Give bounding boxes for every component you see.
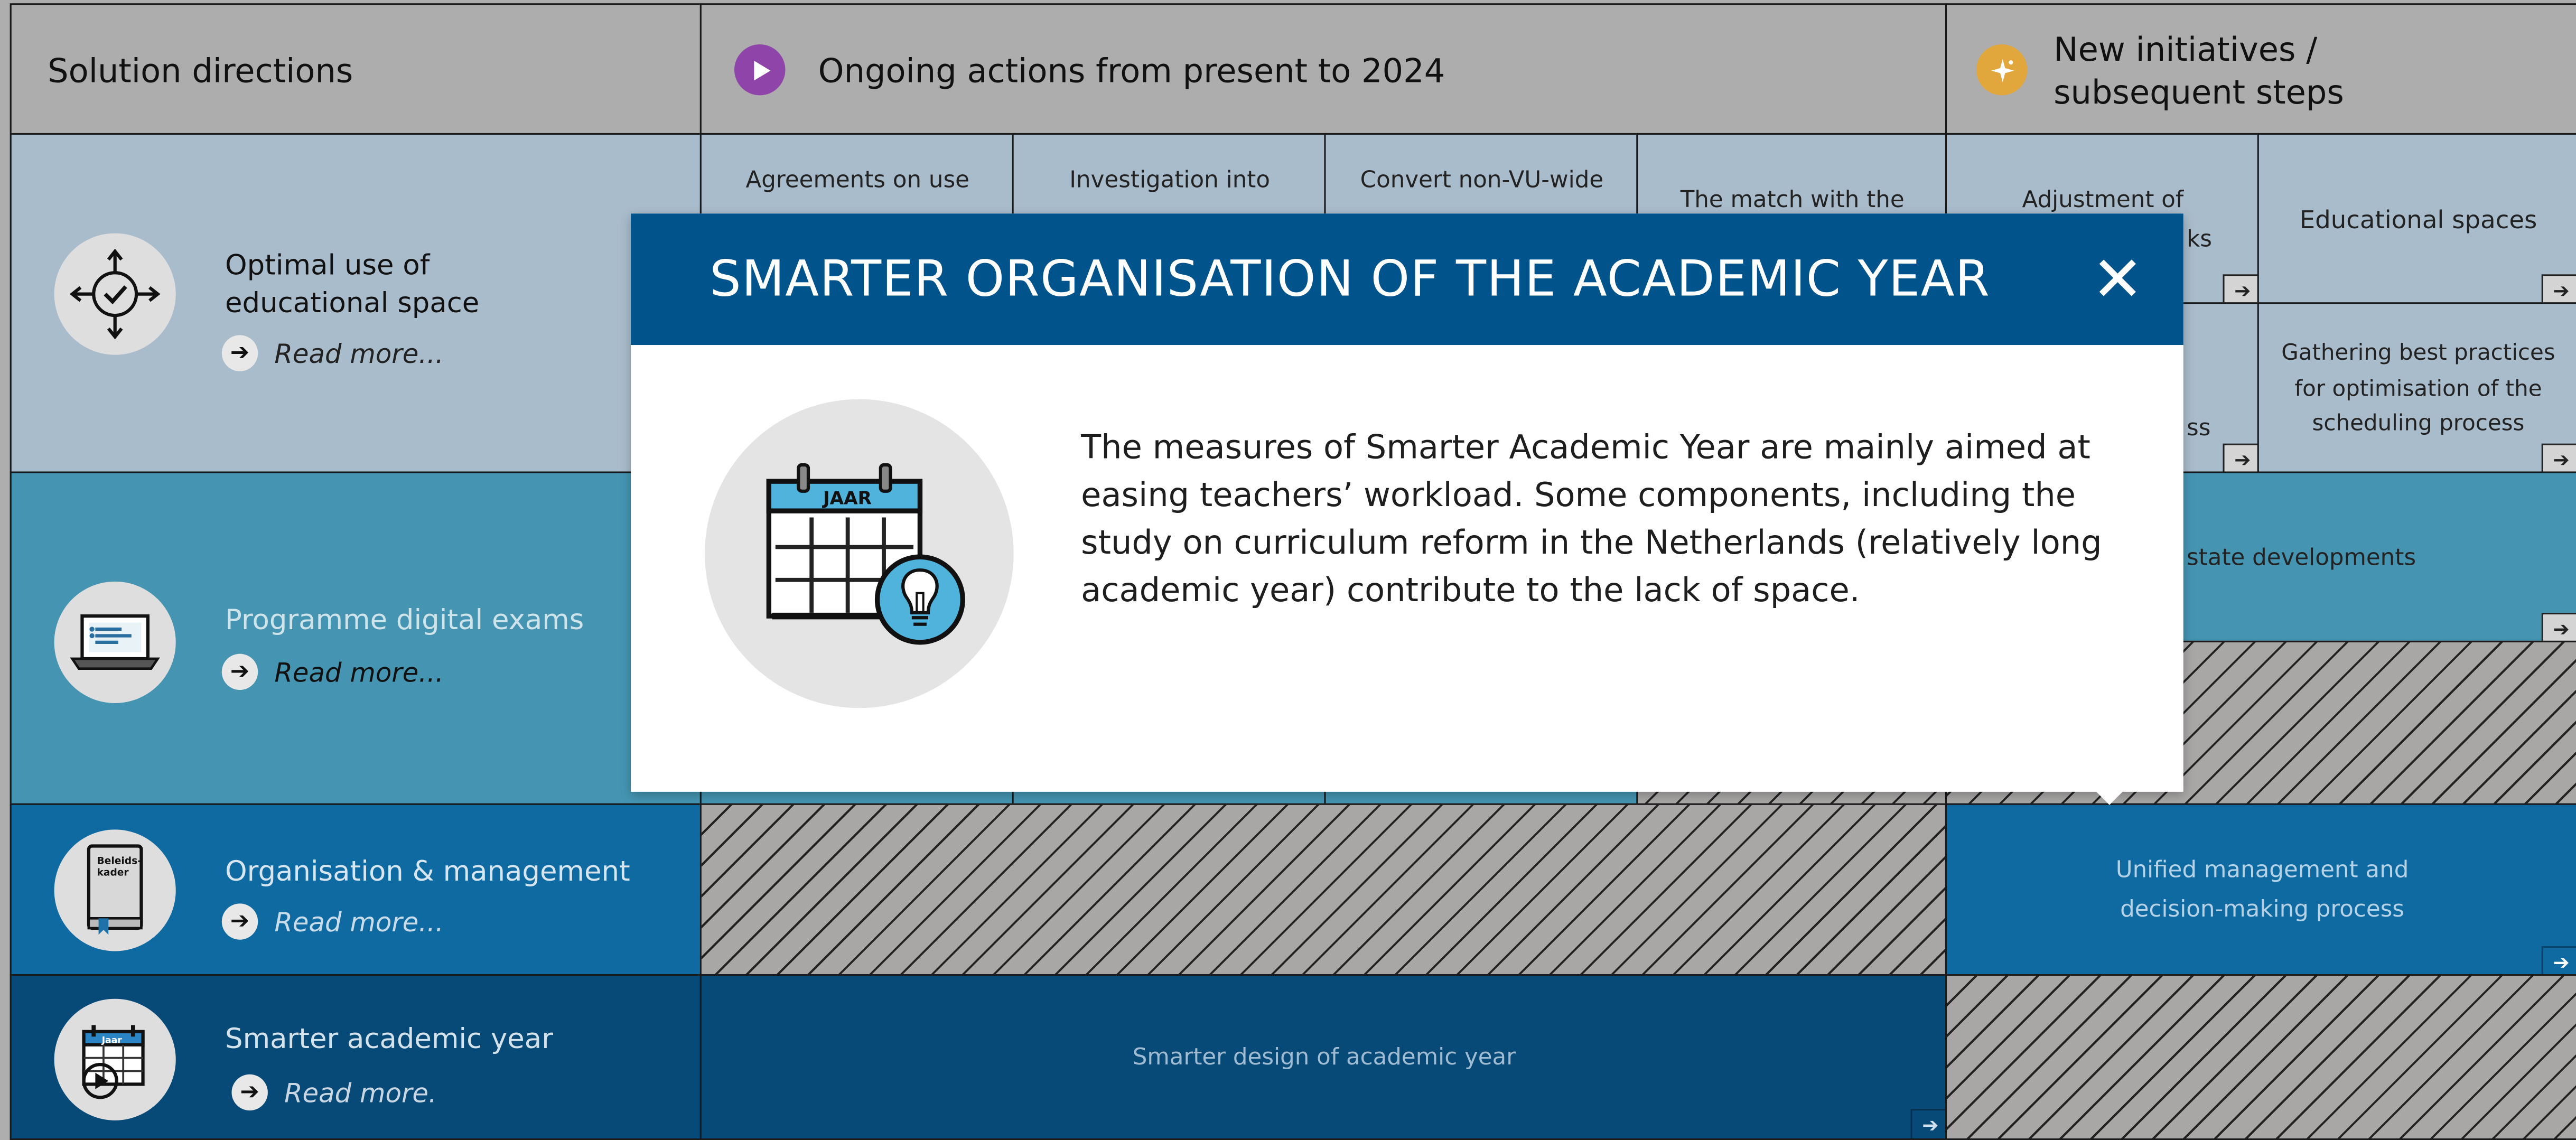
row-smarter-year: Jaar Smarter academic year ➔ Read more.	[10, 974, 703, 1140]
modal-description: The measures of Smarter Academic Year ar…	[1081, 427, 2102, 610]
cell-convert-text: Convert non-VU-wide	[1360, 167, 1604, 194]
calendar-label: JAAR	[822, 488, 872, 509]
modal-header: SMARTER ORGANISATION OF THE ACADEMIC YEA…	[631, 213, 2183, 345]
policy-book-icon: Beleids- kader	[54, 829, 176, 951]
modal-body: JAAR The measures of Smarter Academic Ye…	[631, 345, 2183, 792]
cell-process-tail: ss	[2187, 415, 2211, 442]
cell-educational-spaces[interactable]: Educational spaces ➔	[2257, 133, 2576, 306]
read-more-organisation[interactable]: ➔ Read more...	[221, 903, 444, 940]
arrow-right-icon: ➔	[221, 335, 258, 371]
header-solution-directions: Solution directions	[10, 3, 703, 137]
cell-organisation-ongoing-empty	[699, 803, 1949, 978]
cell-adjustment-arrow-icon[interactable]: ➔	[2223, 274, 2259, 304]
row-organisation-title: Organisation & management	[225, 856, 630, 889]
roadmap-canvas: Solution directions Ongoing actions from…	[0, 0, 2576, 1140]
header-new-initiatives-line1: New initiatives /	[2054, 29, 2318, 69]
play-icon[interactable]	[734, 44, 786, 96]
sparkle-icon	[1976, 44, 2028, 96]
read-more-smarter-year[interactable]: ➔ Read more.	[231, 1074, 437, 1111]
header-ongoing-actions-label: Ongoing actions from present to 2024	[818, 50, 1445, 90]
cell-agreements-text: Agreements on use	[745, 167, 969, 194]
row-smarter-year-title: Smarter academic year	[225, 1023, 553, 1057]
modal-pointer	[2094, 790, 2124, 805]
row-digital-exams-title: Programme digital exams	[225, 604, 584, 638]
policy-book-label-2: kader	[97, 867, 129, 878]
cell-educational-spaces-text: Educational spaces	[2299, 205, 2537, 235]
cell-unified-management-arrow-icon[interactable]: ➔	[2541, 946, 2576, 976]
header-ongoing-actions: Ongoing actions from present to 2024	[699, 3, 1949, 137]
row-digital-exams: Programme digital exams ➔ Read more...	[10, 471, 703, 807]
arrow-right-icon: ➔	[221, 653, 258, 690]
info-modal: SMARTER ORGANISATION OF THE ACADEMIC YEA…	[631, 213, 2183, 792]
cell-investigation-text: Investigation into	[1069, 167, 1270, 194]
row-educational-space: Optimal use of educational space ➔ Read …	[10, 133, 703, 475]
calendar-lightbulb-icon: JAAR	[705, 399, 1014, 708]
read-more-educational-space[interactable]: ➔ Read more...	[221, 335, 444, 371]
compass-check-icon	[54, 233, 176, 355]
cell-real-estate-text: state developments	[2187, 545, 2416, 572]
cell-real-estate-arrow-icon[interactable]: ➔	[2541, 612, 2576, 642]
header-new-initiatives-line2: subsequent steps	[2054, 71, 2344, 111]
cell-process-arrow-icon[interactable]: ➔	[2223, 443, 2259, 473]
cell-best-practices-arrow-icon[interactable]: ➔	[2541, 443, 2576, 473]
calendar-small-label: Jaar	[101, 1035, 122, 1046]
cell-unified-management[interactable]: Unified management and decision-making p…	[1945, 803, 2576, 978]
cell-smarter-year-new-empty	[1945, 974, 2576, 1140]
cell-adjustment-tail: ks	[2187, 227, 2212, 253]
row-organisation: Beleids- kader Organisation & management…	[10, 803, 703, 978]
row-educational-space-title: Optimal use of educational space	[225, 249, 480, 321]
arrow-right-icon: ➔	[231, 1074, 268, 1111]
policy-book-label-1: Beleids-	[97, 856, 141, 867]
cell-smarter-design-arrow-icon[interactable]: ➔	[1910, 1109, 1947, 1139]
arrow-right-icon: ➔	[221, 903, 258, 940]
read-more-digital-exams[interactable]: ➔ Read more...	[221, 653, 444, 690]
header-solution-directions-label: Solution directions	[48, 50, 353, 90]
modal-title: SMARTER ORGANISATION OF THE ACADEMIC YEA…	[710, 250, 1991, 309]
cell-smarter-design[interactable]: Smarter design of academic year ➔	[699, 974, 1949, 1140]
cell-smarter-design-text: Smarter design of academic year	[1132, 1044, 1516, 1071]
calendar-play-icon: Jaar	[54, 998, 176, 1120]
laptop-icon	[54, 581, 176, 703]
cell-unified-management-text: Unified management and decision-making p…	[2115, 857, 2409, 923]
header-new-initiatives: New initiatives / subsequent steps	[1945, 3, 2576, 137]
cell-best-practices[interactable]: Gathering best practices for optimisatio…	[2257, 302, 2576, 475]
cell-best-practices-text: Gathering best practices for optimisatio…	[2281, 340, 2555, 437]
cell-educational-spaces-arrow-icon[interactable]: ➔	[2541, 274, 2576, 304]
close-icon[interactable]: ✕	[2085, 243, 2150, 315]
